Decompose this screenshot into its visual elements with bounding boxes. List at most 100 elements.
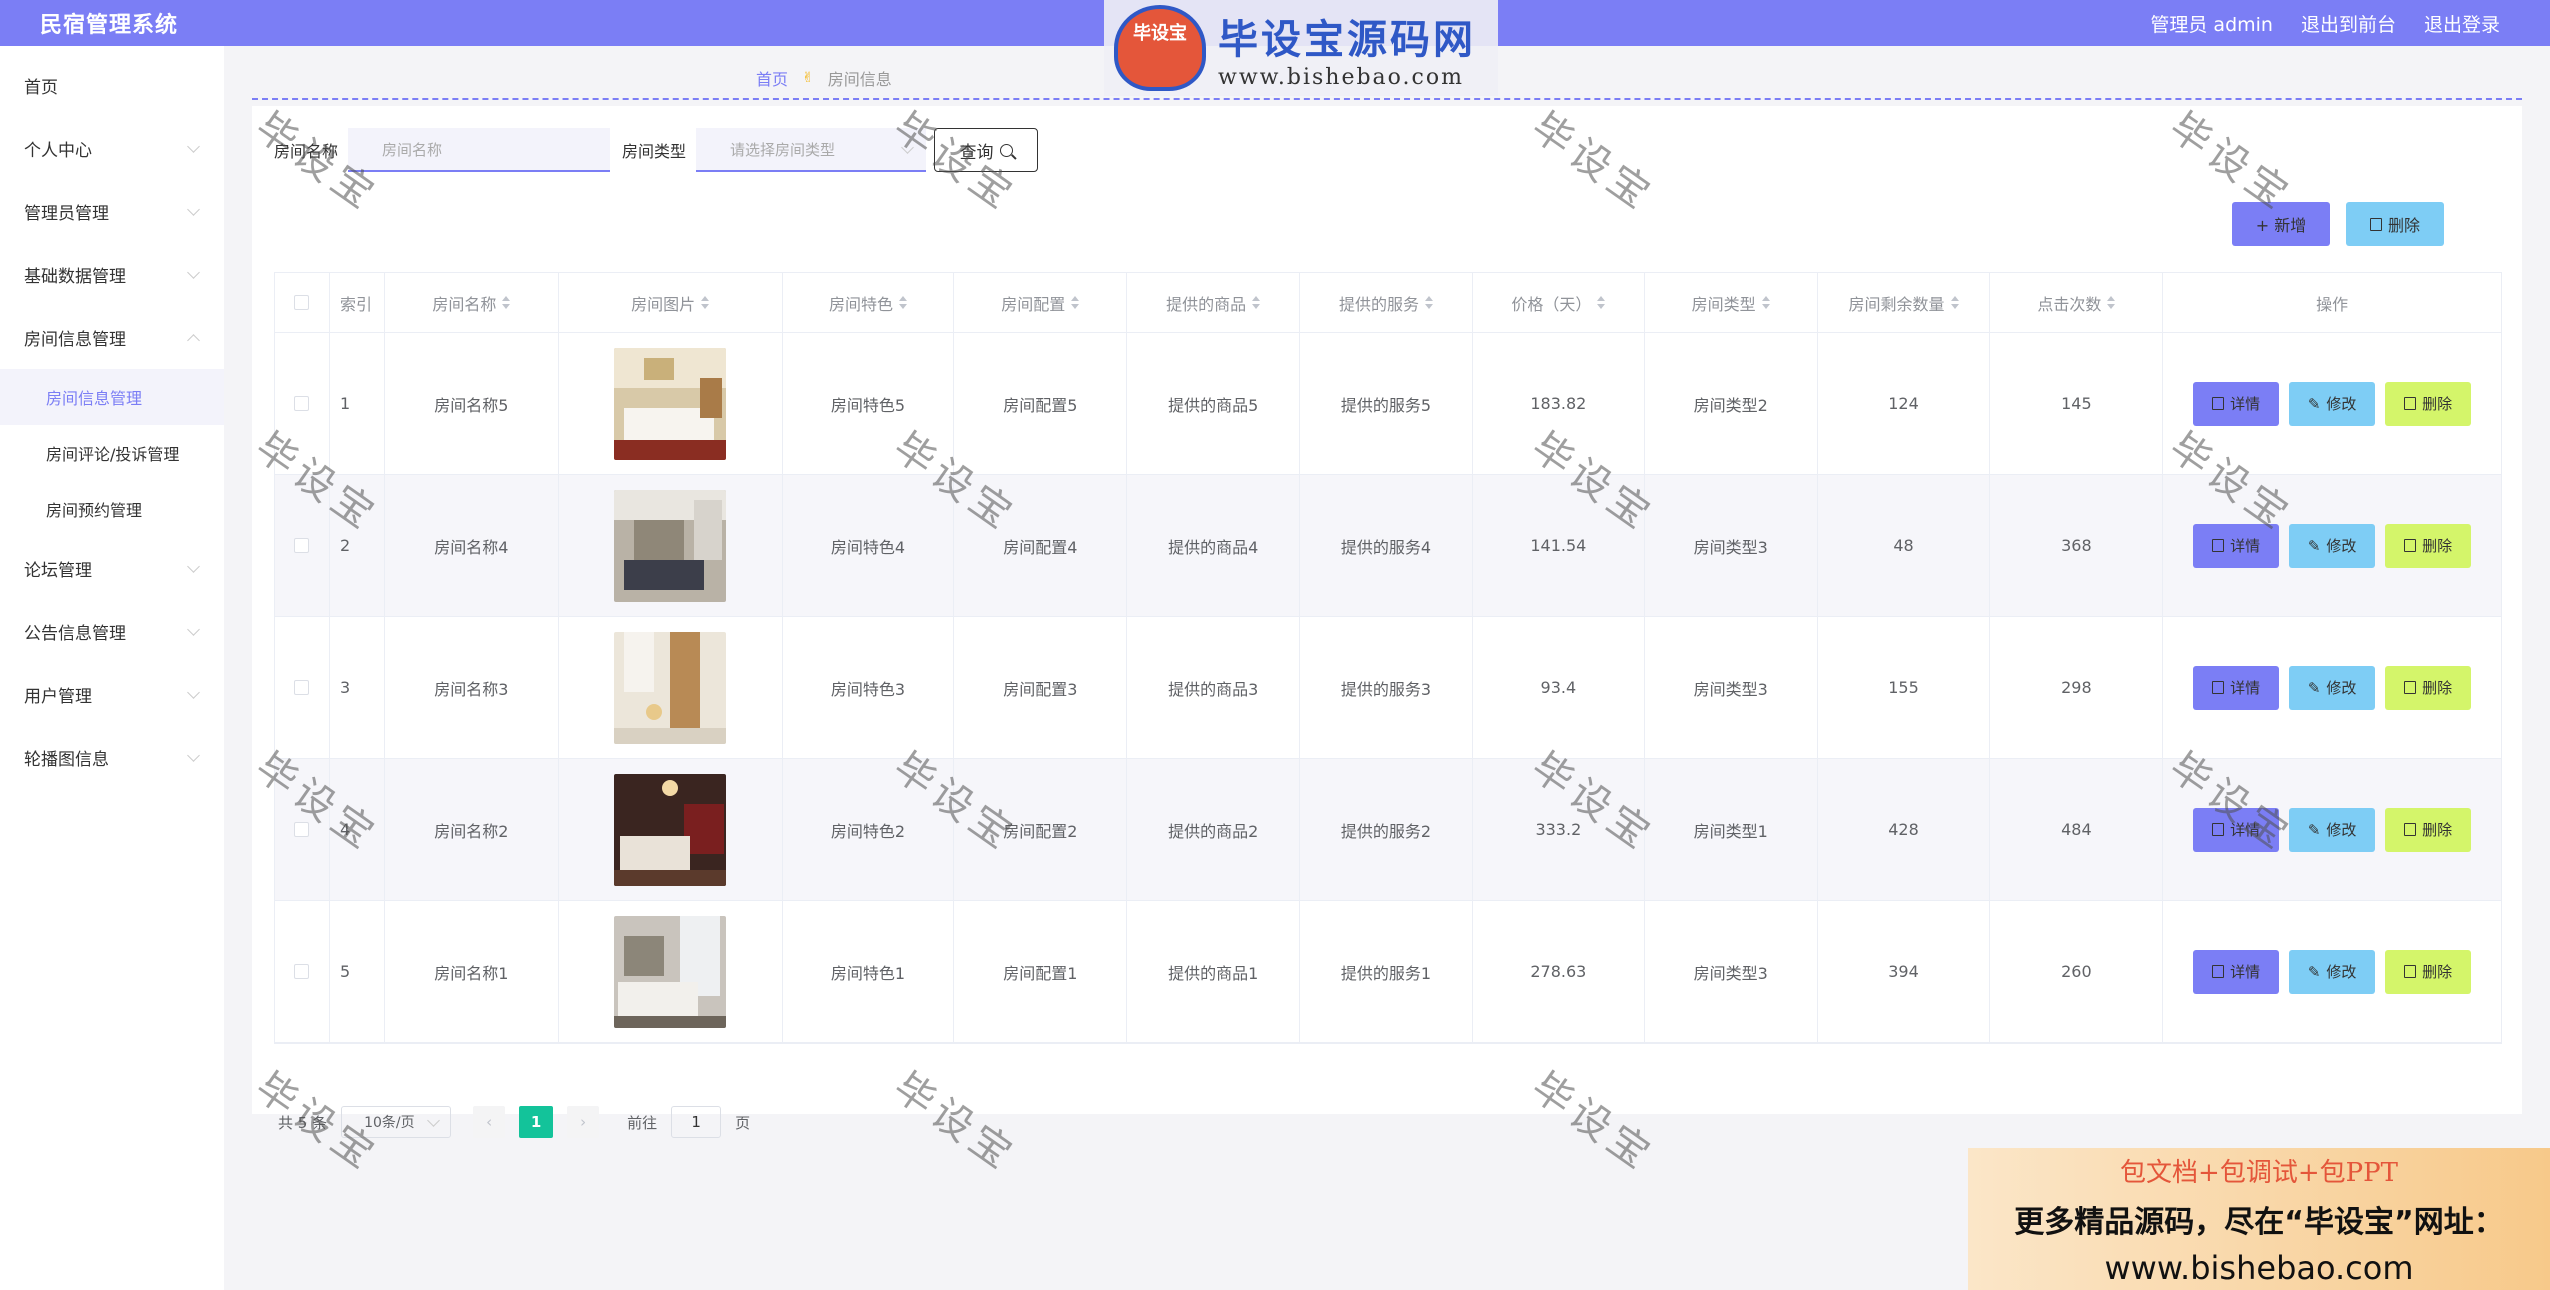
cell-clicks: 260	[1990, 901, 2164, 1042]
header-type[interactable]: 房间类型	[1645, 273, 1818, 332]
add-button[interactable]: + 新增	[2232, 202, 2330, 246]
logout-link[interactable]: 退出登录	[2424, 10, 2500, 37]
header-label: 提供的服务	[1338, 294, 1419, 314]
page-current[interactable]: 1	[519, 1106, 554, 1138]
sidebar-item-admin[interactable]: 管理员管理	[0, 180, 224, 243]
detail-button[interactable]: 详情	[2193, 381, 2280, 426]
cell-feature: 房间特色1	[783, 901, 955, 1042]
query-button[interactable]: 查询	[934, 128, 1039, 172]
sort-icon	[1950, 296, 1959, 309]
sidebar-item-carousel[interactable]: 轮播图信息	[0, 726, 224, 789]
row-checkbox[interactable]	[294, 964, 310, 979]
search-bar: 房间名称 房间名称 房间类型 请选择房间类型 查询	[274, 128, 1039, 172]
room-type-placeholder: 请选择房间类型	[730, 140, 836, 159]
sidebar-item-profile[interactable]: 个人中心	[0, 117, 224, 180]
page-size-select[interactable]: 10条/页	[341, 1106, 452, 1138]
pencil-icon: ✎	[2307, 820, 2321, 839]
header-remain[interactable]: 房间剩余数量	[1818, 273, 1991, 332]
detail-button[interactable]: 详情	[2193, 665, 2280, 710]
delete-button[interactable]: 删除	[2385, 523, 2472, 568]
next-page-button[interactable]: ›	[567, 1106, 600, 1138]
table-row: 3 房间名称3 房间特色3 房间配置3 提供的商品3 提供的服务3 93.4 房…	[275, 617, 2501, 759]
row-checkbox[interactable]	[294, 822, 310, 837]
select-all-checkbox[interactable]	[294, 295, 310, 310]
edit-button[interactable]: ✎ 修改	[2289, 665, 2376, 710]
room-photo	[614, 915, 727, 1028]
trash-icon	[2369, 217, 2382, 231]
sidebar-item-users[interactable]: 用户管理	[0, 663, 224, 726]
header-goods[interactable]: 提供的商品	[1127, 273, 1301, 332]
header-clicks[interactable]: 点击次数	[1990, 273, 2164, 332]
document-icon	[2212, 397, 2225, 410]
delete-button[interactable]: 删除	[2385, 665, 2472, 710]
watermark-url: www.bishebao.com	[1218, 64, 1464, 90]
cell-name: 房间名称5	[385, 333, 559, 474]
ad-line-1: 包文档+包调试+包PPT	[2120, 1157, 2398, 1188]
sidebar-item-basedata[interactable]: 基础数据管理	[0, 243, 224, 306]
delete-button[interactable]: 删除	[2385, 807, 2472, 852]
sidebar-item-room-group[interactable]: 房间信息管理	[0, 306, 224, 369]
header-index: 索引	[330, 273, 385, 332]
edit-button[interactable]: ✎ 修改	[2289, 949, 2376, 994]
edit-button[interactable]: ✎ 修改	[2289, 381, 2376, 426]
room-type-select[interactable]: 请选择房间类型	[696, 128, 927, 172]
row-checkbox[interactable]	[294, 538, 310, 553]
edit-button[interactable]: ✎ 修改	[2289, 807, 2376, 852]
cell-type: 房间类型3	[1645, 901, 1818, 1042]
breadcrumb: 首页 ✌ 房间信息	[756, 66, 892, 90]
header-name[interactable]: 房间名称	[385, 273, 559, 332]
sidebar-item-label: 用户管理	[24, 687, 92, 707]
room-panel: 房间名称 房间名称 房间类型 请选择房间类型 查询 + 新增 删除 索引 房间名…	[252, 106, 2522, 1138]
edit-button[interactable]: ✎ 修改	[2289, 523, 2376, 568]
delete-button[interactable]: 删除	[2385, 381, 2472, 426]
sidebar-item-room-comments[interactable]: 房间评论/投诉管理	[0, 425, 224, 481]
header-service[interactable]: 提供的服务	[1300, 273, 1473, 332]
ad-line-3: www.bishebao.com	[2104, 1248, 2414, 1287]
detail-label: 详情	[2230, 537, 2261, 555]
header-feature[interactable]: 房间特色	[783, 273, 955, 332]
trash-icon	[2404, 681, 2417, 694]
current-user: 管理员 admin	[2150, 13, 2273, 36]
detail-label: 详情	[2230, 395, 2261, 413]
bulk-delete-button[interactable]: 删除	[2346, 202, 2444, 246]
delete-button[interactable]: 删除	[2385, 949, 2472, 994]
cell-actions: 详情 ✎ 修改 删除	[2163, 475, 2501, 616]
detail-button[interactable]: 详情	[2193, 523, 2280, 568]
row-checkbox[interactable]	[294, 396, 310, 411]
header-label: 房间名称	[432, 294, 497, 314]
document-icon	[2212, 823, 2225, 836]
breadcrumb-home[interactable]: 首页	[756, 66, 788, 90]
cell-config: 房间配置5	[954, 333, 1128, 474]
ad-banner[interactable]: 包文档+包调试+包PPT 更多精品源码，尽在“毕设宝”网址： www.bishe…	[1968, 1148, 2550, 1290]
detail-button[interactable]: 详情	[2193, 807, 2280, 852]
room-name-input[interactable]: 房间名称	[348, 128, 611, 172]
sidebar-item-label: 房间预约管理	[46, 501, 143, 520]
watermark-badge: 毕设宝	[1114, 5, 1206, 91]
cell-actions: 详情 ✎ 修改 删除	[2163, 901, 2501, 1042]
row-checkbox[interactable]	[294, 680, 310, 695]
header-price[interactable]: 价格（天）	[1473, 273, 1645, 332]
cell-price: 93.4	[1473, 617, 1645, 758]
sidebar-item-room-info[interactable]: 房间信息管理	[0, 369, 224, 425]
cell-remain: 428	[1818, 759, 1991, 900]
detail-button[interactable]: 详情	[2193, 949, 2280, 994]
sidebar-item-room-booking[interactable]: 房间预约管理	[0, 481, 224, 537]
header-config[interactable]: 房间配置	[954, 273, 1128, 332]
header-photo[interactable]: 房间图片	[559, 273, 783, 332]
watermark-logo: 毕设宝 毕设宝源码网 www.bishebao.com	[1104, 0, 1498, 96]
cell-clicks: 484	[1990, 759, 2164, 900]
cell-price: 278.63	[1473, 901, 1645, 1042]
cell-photo	[559, 901, 783, 1042]
to-front-link[interactable]: 退出到前台	[2301, 10, 2396, 37]
cell-service: 提供的服务1	[1300, 901, 1473, 1042]
document-icon	[2212, 965, 2225, 978]
cell-remain: 48	[1818, 475, 1991, 616]
sidebar-item-forum[interactable]: 论坛管理	[0, 537, 224, 600]
goto-page-input[interactable]: 1	[671, 1106, 722, 1138]
prev-page-button[interactable]: ‹	[473, 1106, 506, 1138]
goto-label: 前往	[627, 1113, 658, 1132]
sidebar-item-home[interactable]: 首页	[0, 54, 224, 117]
cell-service: 提供的服务2	[1300, 759, 1473, 900]
cell-price: 333.2	[1473, 759, 1645, 900]
sidebar-item-notice[interactable]: 公告信息管理	[0, 600, 224, 663]
